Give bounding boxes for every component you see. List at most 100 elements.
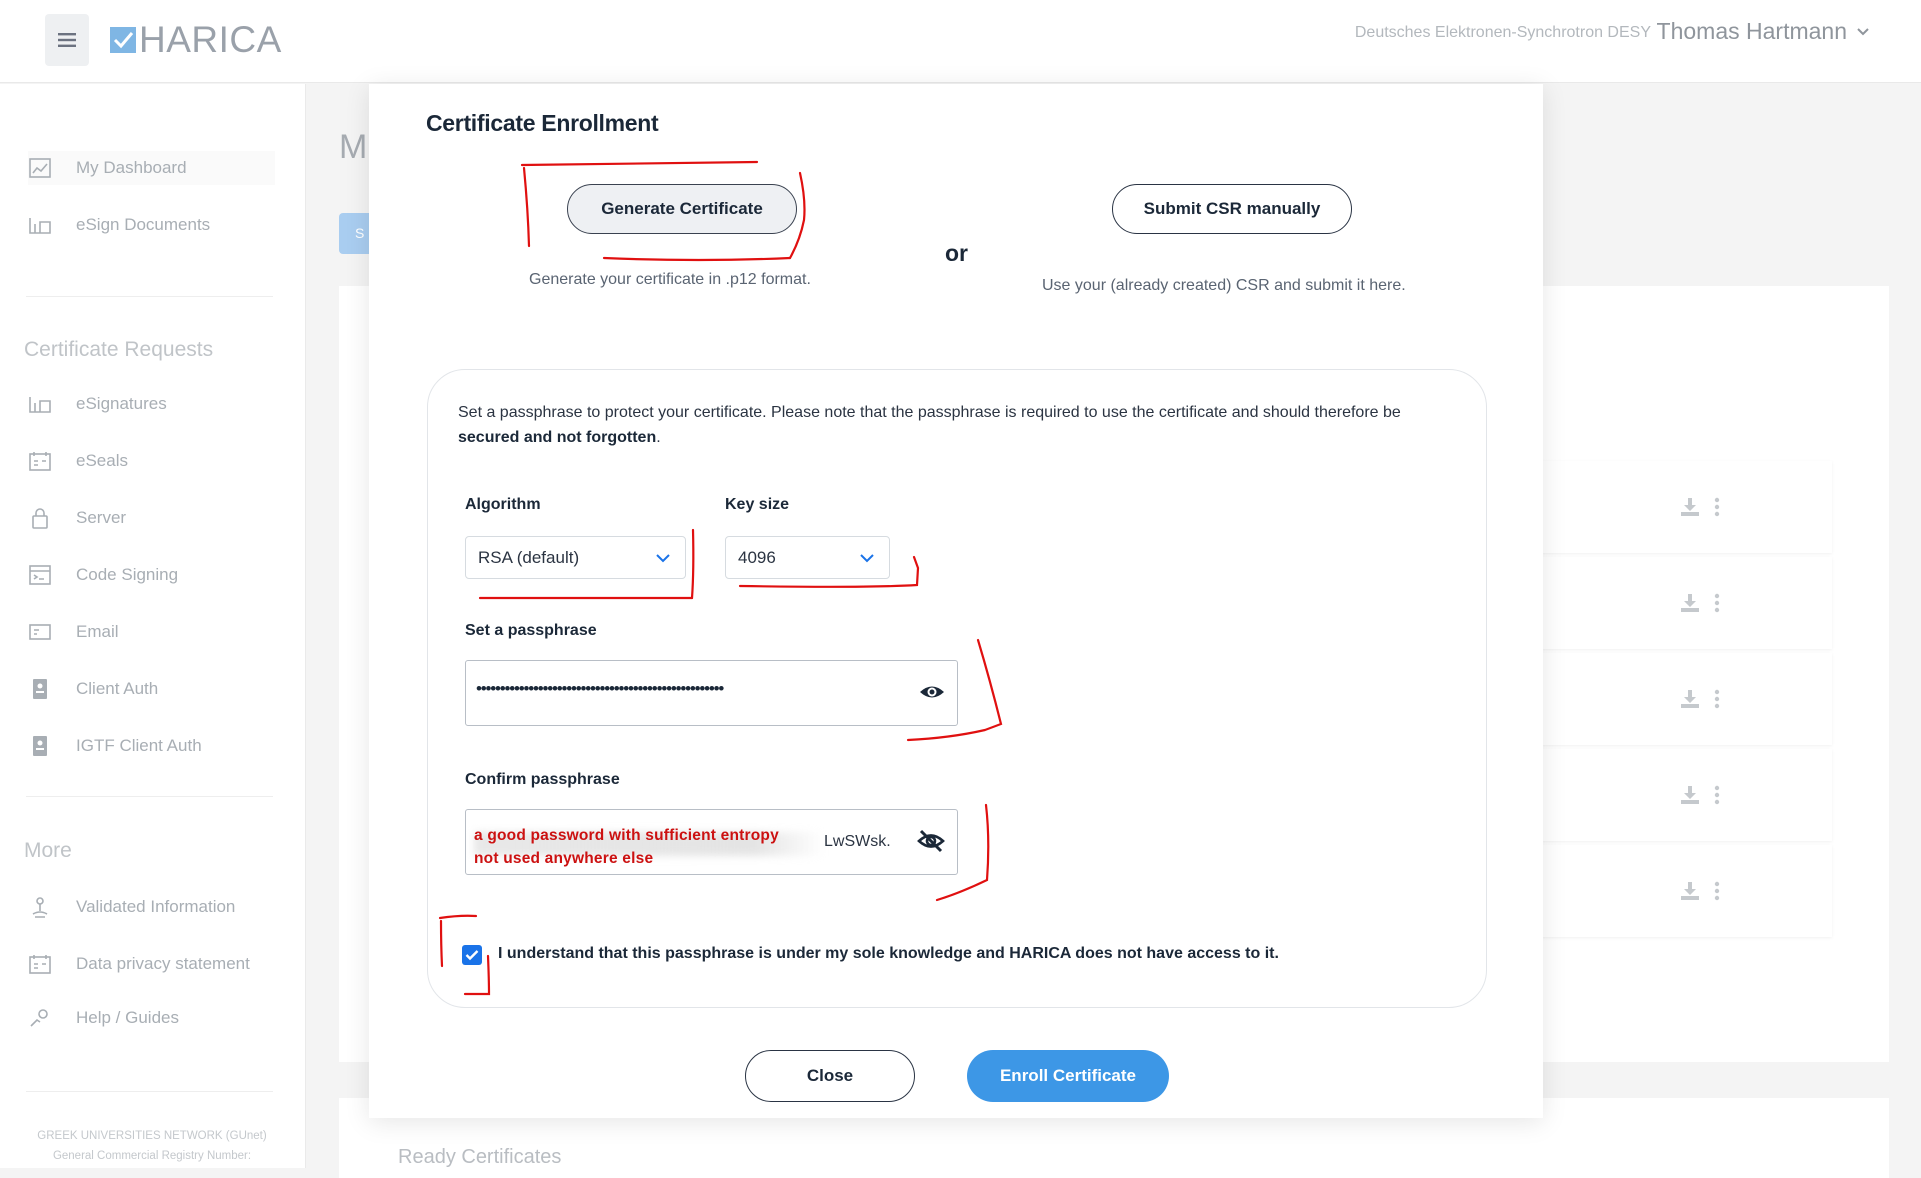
sidebar-item-help-guides[interactable]: Help / Guides [28,1001,179,1035]
sidebar-item-label: eSeals [76,451,128,470]
modal-title: Certificate Enrollment [426,110,659,136]
info-bold: secured and not forgotten [458,429,657,446]
or-separator: or [945,240,968,266]
footer-line: General Commercial Registry Number: [52,1150,252,1162]
checkmark-icon [465,950,479,961]
more-options-icon[interactable] [1714,881,1720,901]
hamburger-menu-button[interactable] [45,14,89,66]
logo-check-icon [110,27,136,53]
sidebar: My Dashboard eSign Documents Certificate… [0,84,306,1168]
user-menu[interactable]: Thomas Hartmann [1657,18,1869,45]
show-password-eye-icon[interactable] [919,679,945,705]
download-icon[interactable] [1680,881,1700,901]
download-icon[interactable] [1680,689,1700,709]
table-row [1530,461,1832,553]
sidebar-item-validated-information[interactable]: Validated Information [28,890,235,924]
sidebar-item-server[interactable]: Server [28,501,126,535]
passphrase-info: Set a passphrase to protect your certifi… [458,404,1401,446]
submit-csr-button[interactable]: Submit CSR manually [1112,184,1352,234]
algorithm-select[interactable]: RSA (default) [465,536,686,579]
esign-icon [28,213,52,237]
understand-checkbox-label[interactable]: I understand that this passphrase is und… [498,945,1279,963]
sidebar-item-my-dashboard[interactable]: My Dashboard [28,151,275,185]
sidebar-item-label: eSign Documents [76,215,211,234]
more-options-icon[interactable] [1714,785,1720,805]
csr-hint: Use your (already created) CSR and submi… [1042,277,1406,294]
sidebar-item-label: Server [76,508,127,527]
algorithm-label: Algorithm [465,496,541,513]
section-title-certificate-requests: Certificate Requests [24,338,214,361]
key-size-value: 4096 [738,547,776,567]
sidebar-divider [26,296,273,297]
chevron-down-icon [656,554,670,563]
generate-certificate-button[interactable]: Generate Certificate [567,184,797,234]
harica-logo[interactable]: HARICA [110,18,282,62]
sidebar-item-label: Data privacy statement [76,954,250,973]
close-button[interactable]: Close [745,1050,915,1102]
sidebar-item-data-privacy[interactable]: Data privacy statement [28,947,250,981]
section-title-more: More [24,839,72,862]
user-name: Thomas Hartmann [1656,18,1847,44]
help-icon [28,1006,52,1030]
table-row [1530,845,1832,937]
organization-name: Deutsches Elektronen-Synchrotron DESY [1354,24,1651,41]
sidebar-item-label: Help / Guides [76,1008,179,1027]
logo-text: HARICA [139,19,282,60]
badge-icon [28,677,52,701]
sidebar-item-esignatures[interactable]: eSignatures [28,387,167,421]
enroll-certificate-button[interactable]: Enroll Certificate [967,1050,1169,1102]
sidebar-item-label: IGTF Client Auth [76,736,202,755]
more-options-icon[interactable] [1714,593,1720,613]
badge-icon [28,734,52,758]
ready-certificates-title: Ready Certificates [398,1146,562,1168]
more-options-icon[interactable] [1714,689,1720,709]
passphrase-label: Set a passphrase [465,622,597,639]
sidebar-item-label: Email [76,622,119,641]
sidebar-item-code-signing[interactable]: Code Signing [28,558,178,592]
certificate-enrollment-modal: Certificate Enrollment Generate Certific… [369,84,1543,1118]
download-icon[interactable] [1680,593,1700,613]
key-size-label: Key size [725,496,790,513]
lock-icon [28,506,52,530]
key-size-select[interactable]: 4096 [725,536,890,579]
algorithm-value: RSA (default) [478,547,580,567]
sidebar-divider [26,1091,273,1092]
sidebar-item-label: Code Signing [76,565,179,584]
email-icon [28,620,52,644]
download-icon[interactable] [1680,785,1700,805]
passphrase-masked-value: ••••••••••••••••••••••••••••••••••••••••… [476,679,724,698]
more-options-icon[interactable] [1714,497,1720,517]
table-row [1530,557,1832,649]
sidebar-item-label: My Dashboard [76,158,187,177]
privacy-icon [28,952,52,976]
table-row [1530,749,1832,841]
seal-icon [28,449,52,473]
annotation-text: a good password with sufficient entropy … [474,827,779,867]
generate-hint: Generate your certificate in .p12 format… [529,271,811,288]
confirm-passphrase-label: Confirm passphrase [465,771,620,788]
confirm-passphrase-tail: LwSWsk. [824,833,891,850]
esign-icon [28,392,52,416]
sidebar-item-label: eSignatures [76,394,167,413]
validated-icon [28,895,52,919]
code-icon [28,563,52,587]
download-icon[interactable] [1680,497,1700,517]
passphrase-panel: Set a passphrase to protect your certifi… [427,369,1487,1008]
sidebar-item-esign-documents[interactable]: eSign Documents [28,208,210,242]
sidebar-item-eseals[interactable]: eSeals [28,444,128,478]
sidebar-item-label: Validated Information [76,897,236,916]
dashboard-icon [28,156,52,180]
hamburger-icon [58,33,76,47]
understand-checkbox[interactable] [462,945,482,965]
confirm-passphrase-input[interactable]: LwSWsk. a good password with sufficient … [465,809,958,875]
passphrase-input[interactable]: ••••••••••••••••••••••••••••••••••••••••… [465,660,958,726]
top-header: HARICA Deutsches Elektronen-Synchrotron … [0,0,1921,83]
sidebar-item-email[interactable]: Email [28,615,119,649]
sidebar-item-igtf-client-auth[interactable]: IGTF Client Auth [28,729,202,763]
chevron-down-icon [860,554,874,563]
sidebar-item-label: Client Auth [76,679,159,698]
sidebar-item-client-auth[interactable]: Client Auth [28,672,158,706]
hide-password-eye-slash-icon[interactable] [917,828,945,854]
chevron-down-icon [1857,27,1869,35]
page-title: M [339,128,368,166]
